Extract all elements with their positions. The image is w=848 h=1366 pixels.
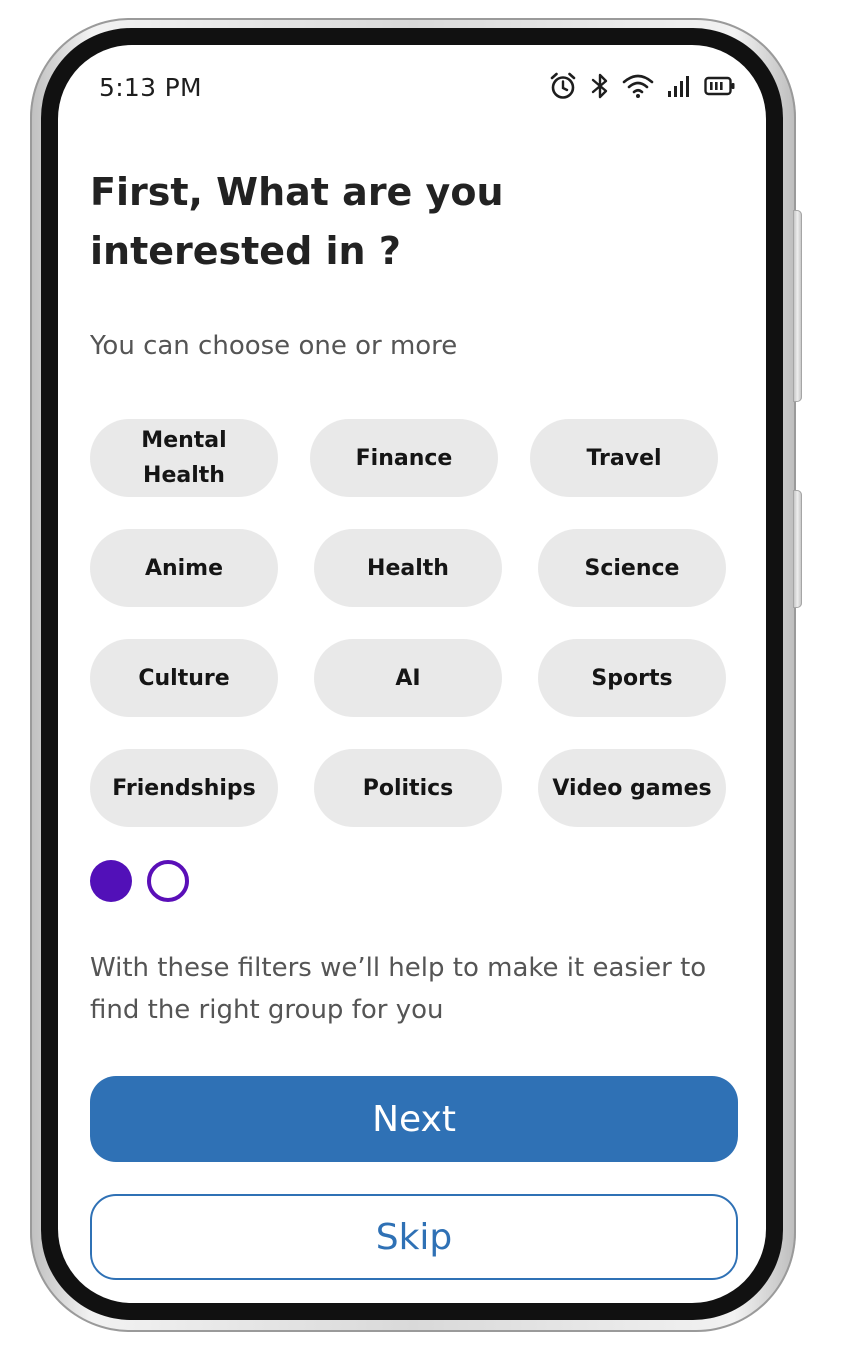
volume-button <box>793 210 802 402</box>
helper-text: With these filters we’ll help to make it… <box>90 953 707 1025</box>
interest-chip-friendships[interactable]: Friendships <box>90 749 278 827</box>
interest-chip-politics[interactable]: Politics <box>314 749 502 827</box>
battery-icon <box>704 75 736 97</box>
power-button <box>793 490 802 608</box>
page-dot-inactive <box>147 860 189 902</box>
interest-chip-finance[interactable]: Finance <box>310 419 498 497</box>
app-screen: 5:13 PM First, What are you interested i… <box>58 45 766 1303</box>
status-icons <box>548 71 736 101</box>
interest-chip-video-games[interactable]: Video games <box>538 749 726 827</box>
page-dot-active <box>90 860 132 902</box>
device-mockup: 5:13 PM First, What are you interested i… <box>0 0 848 1366</box>
interest-chip-travel[interactable]: Travel <box>530 419 718 497</box>
interest-chip-anime[interactable]: Anime <box>90 529 278 607</box>
next-button[interactable]: Next <box>90 1076 738 1162</box>
bluetooth-icon <box>590 71 610 101</box>
page-subtitle: You can choose one or more <box>90 331 458 361</box>
interest-chip-science[interactable]: Science <box>538 529 726 607</box>
interest-chip-sports[interactable]: Sports <box>538 639 726 717</box>
wifi-icon <box>622 73 654 99</box>
interest-chip-health[interactable]: Health <box>314 529 502 607</box>
interest-chip-mental-health[interactable]: Mental Health <box>90 419 278 497</box>
status-time: 5:13 PM <box>99 73 202 102</box>
interest-chip-ai[interactable]: AI <box>314 639 502 717</box>
page-title: First, What are you interested in ? <box>90 170 504 273</box>
interest-chip-culture[interactable]: Culture <box>90 639 278 717</box>
skip-button[interactable]: Skip <box>90 1194 738 1280</box>
alarm-icon <box>548 71 578 101</box>
signal-icon <box>666 73 692 99</box>
